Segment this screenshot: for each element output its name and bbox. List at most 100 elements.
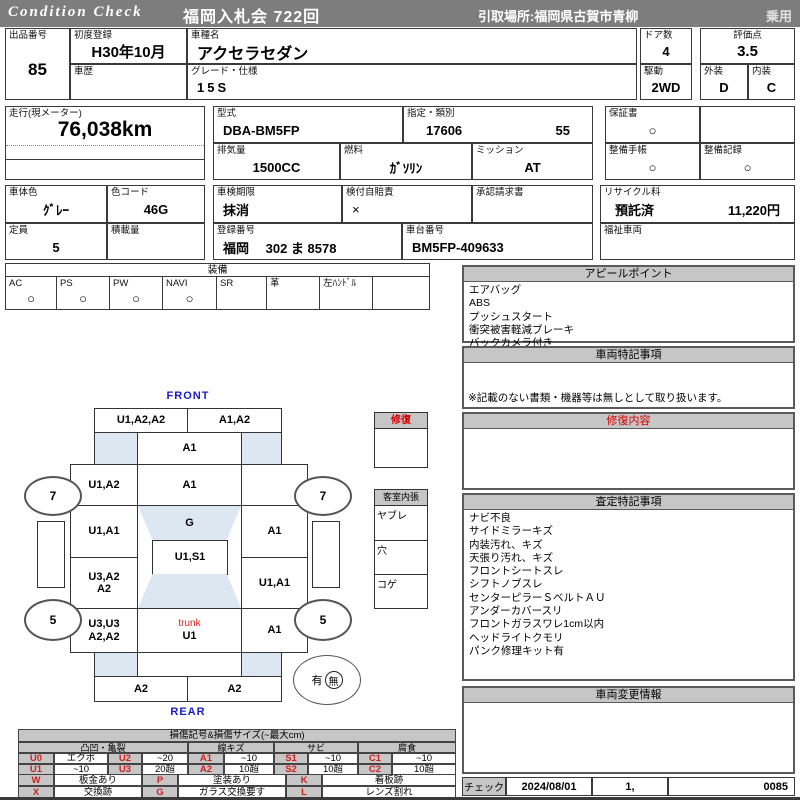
equipment-leather-value <box>267 288 319 309</box>
side-sill-left <box>37 521 65 588</box>
cabin-lining-row-hole: 穴 <box>375 541 427 575</box>
assessment-item: アンダーカバースリ <box>469 605 563 618</box>
welfare-vehicle-cell: 福祉車両 <box>600 223 795 260</box>
check-count-cell: 1, <box>592 777 668 796</box>
assessment-notes-section: 査定特記事項 ナビ不良 サイドミラーキズ 内装汚れ、キズ 天張り汚れ、キズ フロ… <box>462 493 795 681</box>
chassis-number-value: BM5FP-409633 <box>412 239 504 255</box>
warranty-value: ○ <box>648 122 657 138</box>
wheel-rear-right: 5 <box>294 599 352 641</box>
legend-code: S1 <box>274 753 308 764</box>
score-cell: 評価点 3.5 <box>700 28 795 64</box>
approval-request-cell: 承認請求書 <box>472 185 593 223</box>
first-registration-cell: 初度登録 H30年10月 <box>70 28 187 64</box>
legend-group-dent: 凸凹・亀裂 <box>18 742 188 753</box>
legend-size: ~10 <box>392 753 456 764</box>
fuel-value: ｶﾞｿﾘﾝ <box>389 160 423 176</box>
approval-request-value <box>473 197 592 222</box>
damage-legend-row-1: U0 エクボ U2 ~20 A1 ~10 S1 ~10 C1 ~10 <box>18 753 456 764</box>
equipment-pw-cell: PW ○ <box>110 277 163 310</box>
mileage-value: 76,038km <box>57 118 153 141</box>
class-number-cell: 指定・類別 17606 55 <box>403 106 593 143</box>
cabin-lining-row-burn: コゲ <box>377 580 397 591</box>
front-bumper-right-cell: A1,A2 <box>187 408 282 433</box>
equipment-ps-cell: PS ○ <box>57 277 110 310</box>
first-registration-value: H30年10月 <box>91 44 166 61</box>
change-info-header: 車両変更情報 <box>464 688 793 703</box>
equipment-lhd-cell: 左ﾊﾝﾄﾞﾙ <box>320 277 373 310</box>
repair-content-section: 修復内容 <box>462 412 795 490</box>
drive-value: 2WD <box>651 80 681 95</box>
class-number-1: 17606 <box>426 122 463 138</box>
change-info-section: 車両変更情報 <box>462 686 795 774</box>
insurance-cell: 検付自賠責 × <box>342 185 472 223</box>
appeal-points-header: アピールポイント <box>464 267 793 282</box>
recycle-status: 預託済 <box>615 203 655 218</box>
auction-title: 福岡入札会 722回 <box>183 9 321 26</box>
welfare-vehicle-value <box>601 235 794 259</box>
title-bar: Condition Check 福岡入札会 722回 引取場所:福岡県古賀市青柳… <box>0 0 800 27</box>
registration-number-value: 福岡 302 ま 8578 <box>223 240 337 256</box>
appeal-item: ABS <box>469 297 491 310</box>
presence-indicator: 有 無 <box>293 655 361 705</box>
chassis-number-cell: 車台番号 BM5FP-409633 <box>402 223 593 260</box>
doors-cell: ドア数 4 <box>640 28 692 64</box>
maintenance-record-cell: 整備記録 ○ <box>700 143 795 180</box>
trunk-value: U1 <box>182 629 197 642</box>
trunk-tag: trunk <box>178 618 201 630</box>
mileage-cell: 走行(現メーター) 76,038km <box>5 106 205 180</box>
assessment-item: パンク修理キット有 <box>469 644 565 657</box>
taillight-left-cell <box>94 652 138 677</box>
score-value: 3.5 <box>737 43 758 60</box>
equipment-sr-value <box>217 288 266 309</box>
insurance-value: × <box>352 202 360 217</box>
warranty-spare-cell <box>700 106 795 143</box>
exterior-grade-value: D <box>719 80 729 95</box>
mileage-divider-dotted <box>6 145 204 146</box>
presence-yes: 有 <box>311 675 323 687</box>
color-code-value: 46G <box>143 202 169 217</box>
appeal-item: エアバッグ <box>469 284 522 296</box>
class-number-2: 55 <box>555 122 570 138</box>
cabin-lining-box: 客室内張 ヤブレ 穴 コゲ <box>374 489 428 609</box>
legend-code: W <box>18 774 54 786</box>
serial-number-cell: 0085 <box>668 777 795 796</box>
equipment-navi-value: ○ <box>185 291 194 306</box>
warranty-cell: 保証書 ○ <box>605 106 700 143</box>
model-name-cell: 車種名 アクセラセダン <box>187 28 637 64</box>
lot-number-value: 85 <box>28 59 47 79</box>
legend-code: U2 <box>108 753 142 764</box>
equipment-ps-value: ○ <box>79 291 87 306</box>
assessment-item: ナビ不良 <box>469 512 511 524</box>
capacity-value: 5 <box>52 239 60 255</box>
registration-number-cell: 登録番号 福岡 302 ま 8578 <box>213 223 402 260</box>
interior-grade-cell: 内装 C <box>748 64 795 100</box>
headlight-right-cell <box>241 432 282 465</box>
taillight-right-cell <box>241 652 282 677</box>
doors-value: 4 <box>662 44 670 59</box>
headlight-left-cell <box>94 432 138 465</box>
assessment-notes-body: ナビ不良 サイドミラーキズ 内装汚れ、キズ 天張り汚れ、キズ フロントシートスレ… <box>464 510 793 660</box>
equipment-empty-value <box>373 288 429 309</box>
equipment-navi-cell: NAVI ○ <box>163 277 217 310</box>
legend-desc: 板金あり <box>54 774 142 786</box>
damage-legend-groups: 凸凹・亀裂 線キズ サビ 腐食 <box>18 742 456 753</box>
inspection-value: 抹消 <box>223 203 250 218</box>
check-date-cell: 2024/08/01 <box>506 777 592 796</box>
assessment-item: サイドミラーキズ <box>469 525 553 538</box>
rear-bumper-left-cell: A2 <box>94 676 188 702</box>
roof-cell: U1,S1 <box>152 540 228 575</box>
equipment-lhd-value <box>320 288 372 309</box>
brand-logo: Condition Check <box>8 4 143 20</box>
vehicle-notes-section: 車両特記事項 ※記載のない書類・機器等は無しとして取り扱います。 <box>462 346 795 409</box>
displacement-cell: 排気量 1500CC <box>213 143 340 180</box>
wheel-front-left: 7 <box>24 476 82 516</box>
cabin-lining-header: 客室内張 <box>375 490 427 506</box>
history-value <box>71 76 186 99</box>
change-info-body <box>464 703 793 707</box>
legend-code: P <box>142 774 178 786</box>
cowl-cell: A1 <box>137 464 242 506</box>
load-capacity-value <box>108 235 204 259</box>
appeal-item: 衝突被害軽減ブレーキ <box>469 323 574 336</box>
assessment-item: ヘッドライトクモリ <box>469 631 564 644</box>
body-color-cell: 車体色 ｸﾞﾚｰ <box>5 185 107 223</box>
